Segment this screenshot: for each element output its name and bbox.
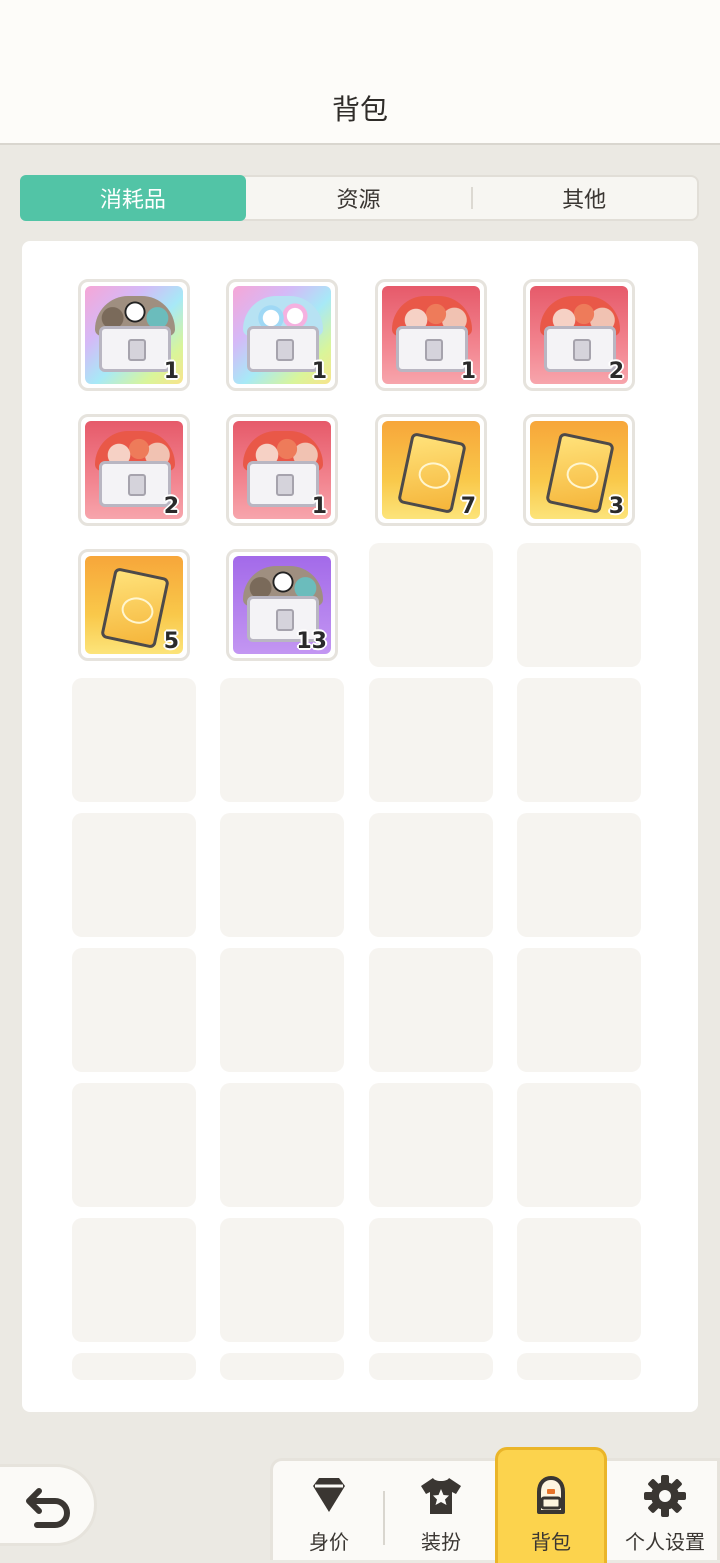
gear-icon bbox=[644, 1475, 686, 1517]
empty-slot bbox=[72, 1218, 196, 1342]
ticket-card bbox=[397, 431, 467, 515]
empty-slot bbox=[369, 1353, 493, 1380]
chest-body bbox=[544, 326, 616, 372]
inventory-item[interactable]: 1 bbox=[78, 279, 190, 391]
nav-label-backpack: 背包 bbox=[531, 1530, 571, 1554]
inventory-item[interactable]: 2 bbox=[78, 414, 190, 526]
empty-slot bbox=[72, 1353, 196, 1380]
empty-slot bbox=[220, 1083, 344, 1207]
character-chest-icon: 13 bbox=[233, 556, 331, 654]
page-title: 背包 bbox=[331, 93, 388, 126]
diamond-icon bbox=[313, 1478, 345, 1512]
back-arrow-icon bbox=[25, 1488, 70, 1528]
nav-label-worth: 身价 bbox=[309, 1530, 349, 1554]
inventory-item[interactable]: 13 bbox=[226, 549, 338, 661]
inventory-item[interactable]: 3 bbox=[523, 414, 635, 526]
bottom-nav: 身价 装扮 背包 个人设置 bbox=[270, 1447, 720, 1563]
empty-slot bbox=[72, 948, 196, 1072]
item-count: 2 bbox=[163, 494, 179, 519]
item-count: 1 bbox=[311, 494, 327, 519]
ticket-card bbox=[545, 431, 615, 515]
gold-ticket-icon: 3 bbox=[530, 421, 628, 519]
empty-slot bbox=[72, 678, 196, 802]
empty-slot bbox=[517, 1353, 641, 1380]
item-count: 2 bbox=[608, 359, 624, 384]
empty-slot bbox=[369, 1218, 493, 1342]
chest-body bbox=[247, 326, 319, 372]
header: 背包 bbox=[0, 0, 720, 145]
empty-slot bbox=[72, 1083, 196, 1207]
inventory-item[interactable]: 1 bbox=[226, 279, 338, 391]
nav-item-worth[interactable]: 身价 bbox=[273, 1461, 385, 1563]
tab-consumables[interactable]: 消耗品 bbox=[20, 175, 246, 221]
shirt-star-icon bbox=[421, 1478, 461, 1514]
empty-slot bbox=[369, 813, 493, 937]
empty-slot bbox=[72, 813, 196, 937]
empty-slot bbox=[517, 678, 641, 802]
inventory-item[interactable]: 2 bbox=[523, 279, 635, 391]
item-count: 3 bbox=[608, 494, 624, 519]
inventory-item[interactable]: 1 bbox=[375, 279, 487, 391]
red-card-chest-icon: 2 bbox=[530, 286, 628, 384]
nav-item-settings[interactable]: 个人设置 bbox=[609, 1461, 720, 1563]
back-button[interactable] bbox=[0, 1464, 97, 1546]
empty-slot bbox=[220, 678, 344, 802]
tab-other[interactable]: 其他 bbox=[471, 177, 697, 219]
gold-ticket-icon: 5 bbox=[85, 556, 183, 654]
nav-item-dressup[interactable]: 装扮 bbox=[385, 1461, 497, 1563]
gold-ticket-icon: 7 bbox=[382, 421, 480, 519]
chest-body bbox=[247, 461, 319, 507]
empty-slot bbox=[517, 1218, 641, 1342]
item-count: 13 bbox=[296, 629, 327, 654]
category-tabs: 消耗品 资源 其他 bbox=[20, 175, 699, 221]
inventory-item[interactable]: 5 bbox=[78, 549, 190, 661]
backpack-icon bbox=[537, 1476, 565, 1514]
character-chest-icon: 1 bbox=[85, 286, 183, 384]
red-card-chest-icon: 1 bbox=[382, 286, 480, 384]
empty-slot bbox=[517, 543, 641, 667]
red-card-chest-icon: 1 bbox=[233, 421, 331, 519]
item-count: 1 bbox=[311, 359, 327, 384]
empty-slot bbox=[369, 948, 493, 1072]
ticket-card bbox=[100, 566, 170, 650]
empty-slot bbox=[220, 1218, 344, 1342]
inventory-item[interactable]: 1 bbox=[226, 414, 338, 526]
red-card-chest-icon: 2 bbox=[85, 421, 183, 519]
empty-slot bbox=[220, 948, 344, 1072]
item-count: 1 bbox=[163, 359, 179, 384]
nav-label-settings: 个人设置 bbox=[625, 1530, 705, 1554]
empty-slot bbox=[369, 543, 493, 667]
chest-body bbox=[396, 326, 468, 372]
orb-chest-icon: 1 bbox=[233, 286, 331, 384]
empty-slot bbox=[517, 813, 641, 937]
chest-body bbox=[99, 461, 171, 507]
nav-label-dressup: 装扮 bbox=[421, 1530, 461, 1554]
inventory-item[interactable]: 7 bbox=[375, 414, 487, 526]
empty-slot bbox=[220, 1353, 344, 1380]
empty-slot bbox=[369, 1083, 493, 1207]
empty-slot bbox=[369, 678, 493, 802]
tab-resources[interactable]: 资源 bbox=[246, 177, 472, 219]
nav-item-backpack[interactable]: 背包 bbox=[495, 1447, 607, 1563]
item-count: 7 bbox=[460, 494, 476, 519]
chest-body bbox=[99, 326, 171, 372]
empty-slot bbox=[220, 813, 344, 937]
item-count: 1 bbox=[460, 359, 476, 384]
item-count: 5 bbox=[163, 629, 179, 654]
empty-slot bbox=[517, 1083, 641, 1207]
empty-slot bbox=[517, 948, 641, 1072]
